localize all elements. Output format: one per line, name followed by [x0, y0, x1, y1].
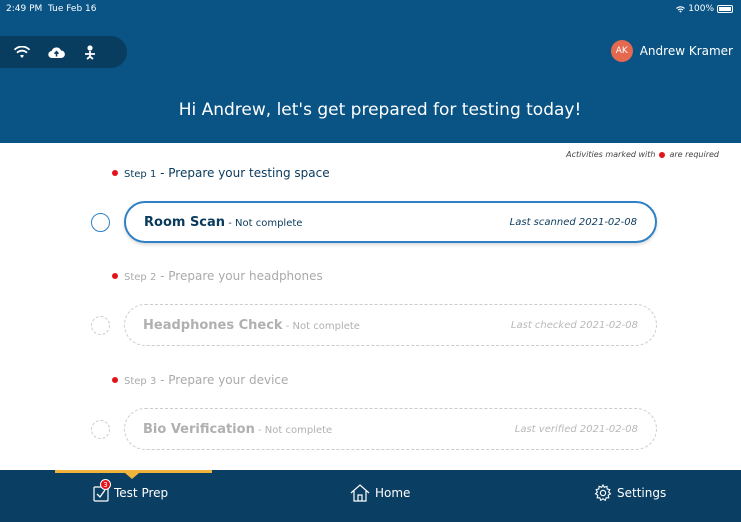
wifi-status-icon [676, 5, 686, 13]
gear-icon [594, 484, 612, 502]
required-dot-icon [112, 273, 118, 279]
room-scan-radio[interactable] [91, 213, 110, 232]
step-3-heading: Step 3 - Prepare your device [112, 373, 288, 387]
avatar: AK [610, 40, 633, 62]
cloud-upload-icon [48, 46, 65, 58]
page-title: Hi Andrew, let's get prepared for testin… [178, 100, 582, 120]
headphones-check-radio[interactable] [91, 316, 110, 335]
room-scan-card[interactable]: Room Scan - Not complete Last scanned 20… [124, 201, 657, 243]
connection-status-pill[interactable] [0, 36, 127, 68]
home-icon [350, 484, 370, 502]
headphones-check-card[interactable]: Headphones Check - Not complete Last che… [124, 304, 657, 346]
required-dot-icon [112, 170, 118, 176]
active-tab-caret [125, 473, 139, 479]
step-2-heading: Step 2 - Prepare your headphones [112, 269, 323, 283]
header: 2:49 PM Tue Feb 16 100% AK Andrew Kramer… [0, 0, 741, 143]
wifi-icon [14, 45, 30, 58]
battery-status: 100% [676, 4, 733, 14]
required-dot-icon [659, 151, 666, 158]
bio-verification-radio[interactable] [91, 420, 110, 439]
bio-verification-card[interactable]: Bio Verification - Not complete Last ver… [124, 408, 657, 450]
tab-bar: Test Prep 3 Home Settings [0, 470, 741, 522]
tab-home[interactable]: Home [350, 484, 410, 502]
status-bar: 2:49 PM Tue Feb 16 100% [0, 0, 741, 22]
test-prep-badge: 3 [100, 479, 111, 490]
battery-icon [717, 5, 733, 13]
user-name: Andrew Kramer [639, 44, 733, 58]
person-icon [85, 44, 95, 60]
user-profile[interactable]: AK Andrew Kramer [610, 40, 733, 62]
required-dot-icon [112, 377, 118, 383]
tab-settings[interactable]: Settings [594, 484, 666, 502]
status-time: 2:49 PM Tue Feb 16 [6, 4, 97, 14]
step-1-heading: Step 1 - Prepare your testing space [112, 166, 330, 180]
battery-percent: 100% [688, 4, 714, 14]
required-note: Activities marked with are required [566, 150, 719, 159]
